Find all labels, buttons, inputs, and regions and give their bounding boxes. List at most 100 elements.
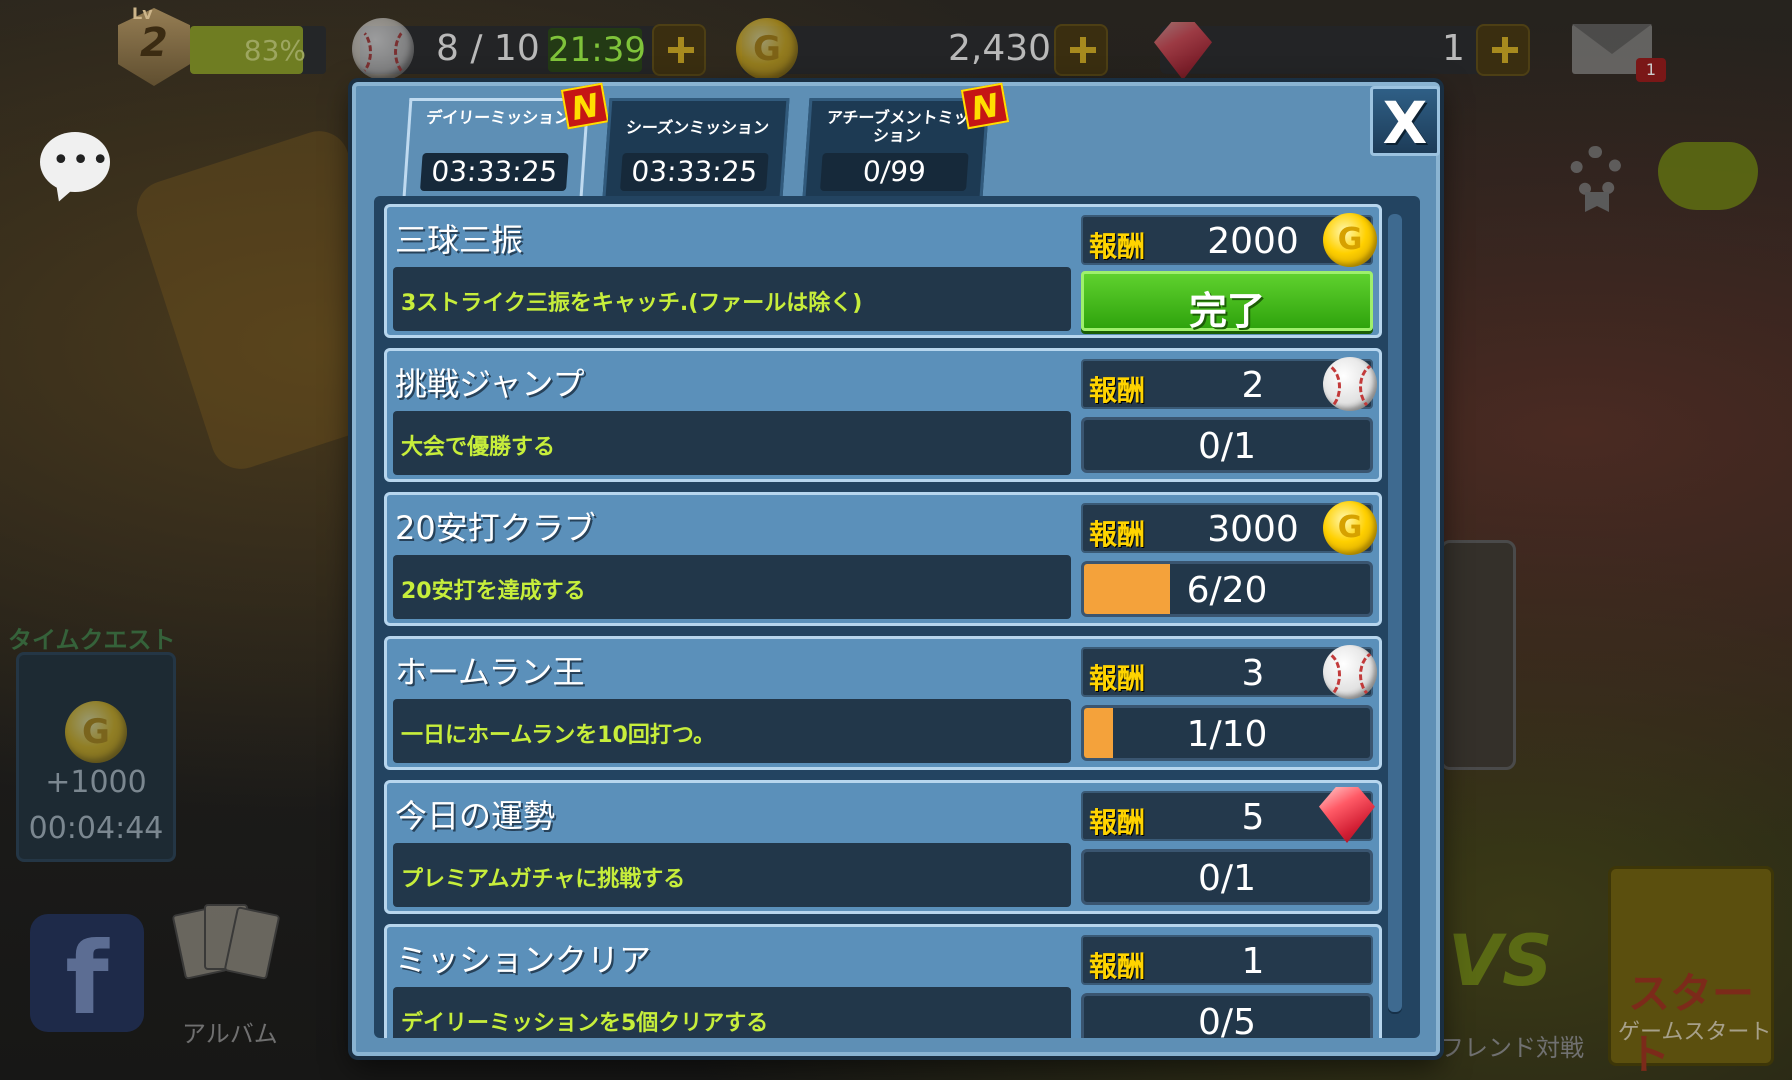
side-panel-bat[interactable] [1440,540,1516,770]
reward-label: 報酬 [1089,230,1146,263]
new-badge: N [560,82,610,130]
coin-icon: G [736,18,798,80]
mission-title: 20安打クラブ [395,509,596,547]
mission-description: デイリーミッションを5個クリアする [401,1011,769,1036]
time-quest-reward: +1000 [45,765,147,800]
reward-box: 報酬 5 [1081,787,1375,843]
time-quest-panel[interactable]: G +1000 00:04:44 [16,652,176,862]
mission-description-box: 大会で優勝する [393,411,1071,475]
add-gems-button[interactable] [1476,24,1530,76]
baseball-icon [1323,645,1377,699]
mission-row: 三球三振 3ストライク三振をキャッチ.(ファールは除く) 報酬 2000 G 完… [384,204,1382,338]
mission-row: 今日の運勢 プレミアムガチャに挑戦する 報酬 5 0/1 [384,780,1382,914]
progress-text: 0/1 [1198,858,1256,899]
reward-box: 報酬 3 [1081,645,1377,699]
reward-box: 報酬 2 [1081,357,1377,411]
gem-icon [1319,787,1375,843]
scrollbar-thumb[interactable] [1388,214,1402,1012]
settings-gear-icon[interactable] [1570,146,1622,198]
progress-bar: 0/1 [1081,849,1373,905]
tab-achievement-mission[interactable]: アチーブメントミッション 0/99 [802,98,990,198]
mission-title: ホームラン王 [395,653,585,691]
xp-bar: 83% [190,26,326,74]
reward-label: 報酬 [1089,950,1146,983]
progress-text: 0/1 [1198,426,1256,467]
coin-count: 2,430 [948,28,1052,69]
reward-label: 報酬 [1089,518,1146,551]
tab-label: アチーブメントミッション [826,109,971,145]
progress-text: 6/20 [1186,570,1268,611]
tab-progress: 0/99 [819,153,969,191]
baseball-icon [352,18,414,80]
mission-title: 今日の運勢 [395,797,556,835]
reward-value: 5 [1241,797,1265,838]
reward-box: 報酬 1 [1081,935,1373,985]
complete-label: 完了 [1188,289,1265,333]
mission-list[interactable]: 三球三振 3ストライク三振をキャッチ.(ファールは除く) 報酬 2000 G 完… [374,196,1420,1038]
vs-icon[interactable]: VS [1448,920,1553,1002]
coin-icon: G [65,701,127,763]
mission-description-box: 20安打を達成する [393,555,1071,619]
mission-description-box: 一日にホームランを10回打つ。 [393,699,1071,763]
reward-label: 報酬 [1089,806,1146,839]
gamepad-icon[interactable] [1658,142,1758,210]
progress-bar: 0/5 [1081,993,1373,1038]
progress-text: 1/10 [1186,714,1268,755]
tab-timer: 03:33:25 [419,153,569,191]
progress-text: 0/5 [1198,1002,1256,1038]
coin-icon: G [1323,501,1377,555]
tab-label: デイリーミッション [425,109,571,127]
new-badge: N [960,82,1010,130]
friend-battle-label[interactable]: フレンド対戦 [1440,1028,1584,1063]
chat-icon[interactable]: ••• [40,132,110,192]
progress-bar: 1/10 [1081,705,1373,761]
mission-description: 一日にホームランを10回打つ。 [401,723,715,748]
reward-value: 2000 [1207,221,1299,262]
reward-value: 2 [1241,365,1265,406]
album-label[interactable]: アルバム [182,1014,278,1049]
mission-row: 20安打クラブ 20安打を達成する 報酬 3000 G 6/20 [384,492,1382,626]
mission-row: ホームラン王 一日にホームランを10回打つ。 報酬 3 1/10 [384,636,1382,770]
mission-title: ミッションクリア [395,941,652,979]
mission-title: 挑戦ジャンプ [395,365,585,403]
reward-label: 報酬 [1089,374,1146,407]
xp-percent: 83% [243,34,306,67]
reward-box: 報酬 3000 G [1081,501,1377,555]
mission-description-box: 3ストライク三振をキャッチ.(ファールは除く) [393,267,1071,331]
reward-label: 報酬 [1089,662,1146,695]
add-coins-button[interactable] [1054,24,1108,76]
gem-count: 1 [1442,28,1465,69]
coin-icon: G [1323,213,1377,267]
mission-description-box: プレミアムガチャに挑戦する [393,843,1071,907]
time-quest-timer: 00:04:44 [28,811,164,846]
tab-season-mission[interactable]: シーズンミッション 03:33:25 [602,98,790,198]
gem-counter [1160,26,1530,74]
mission-description: 大会で優勝する [401,435,556,460]
add-balls-button[interactable] [652,24,706,76]
reward-box: 報酬 2000 G [1081,213,1377,267]
mission-title: 三球三振 [395,221,524,259]
game-start-label[interactable]: ゲームスタート [1618,1014,1771,1046]
baseball-icon [1323,357,1377,411]
reward-value: 3 [1241,653,1265,694]
level-number: 2 [140,20,168,66]
ball-refill-timer: 21:39 [548,28,646,72]
tab-daily-mission[interactable]: デイリーミッション 03:33:25 [402,98,590,198]
reward-value: 3000 [1207,509,1299,550]
tab-timer: 03:33:25 [619,153,769,191]
status-bar: Lv 2 83% 8 / 10 21:39 G 2,430 1 1 [0,0,1792,92]
mission-description: プレミアムガチャに挑戦する [401,867,686,892]
mission-dialog: デイリーミッション 03:33:25 N シーズンミッション 03:33:25 … [352,82,1440,1056]
close-button[interactable]: X [1370,86,1440,157]
mission-description-box: デイリーミッションを5個クリアする [393,987,1071,1038]
complete-button[interactable]: 完了 [1081,271,1373,333]
reward-value: 1 [1241,941,1265,982]
progress-bar: 6/20 [1081,561,1373,617]
mission-row: 挑戦ジャンプ 大会で優勝する 報酬 2 0/1 [384,348,1382,482]
ball-count: 8 / 10 [436,28,540,69]
album-icon[interactable] [171,900,281,1000]
time-quest-label: タイムクエスト [8,626,176,654]
mission-description: 20安打を達成する [401,579,586,604]
facebook-icon[interactable]: f [30,914,144,1037]
scrollbar[interactable] [1388,214,1402,1014]
